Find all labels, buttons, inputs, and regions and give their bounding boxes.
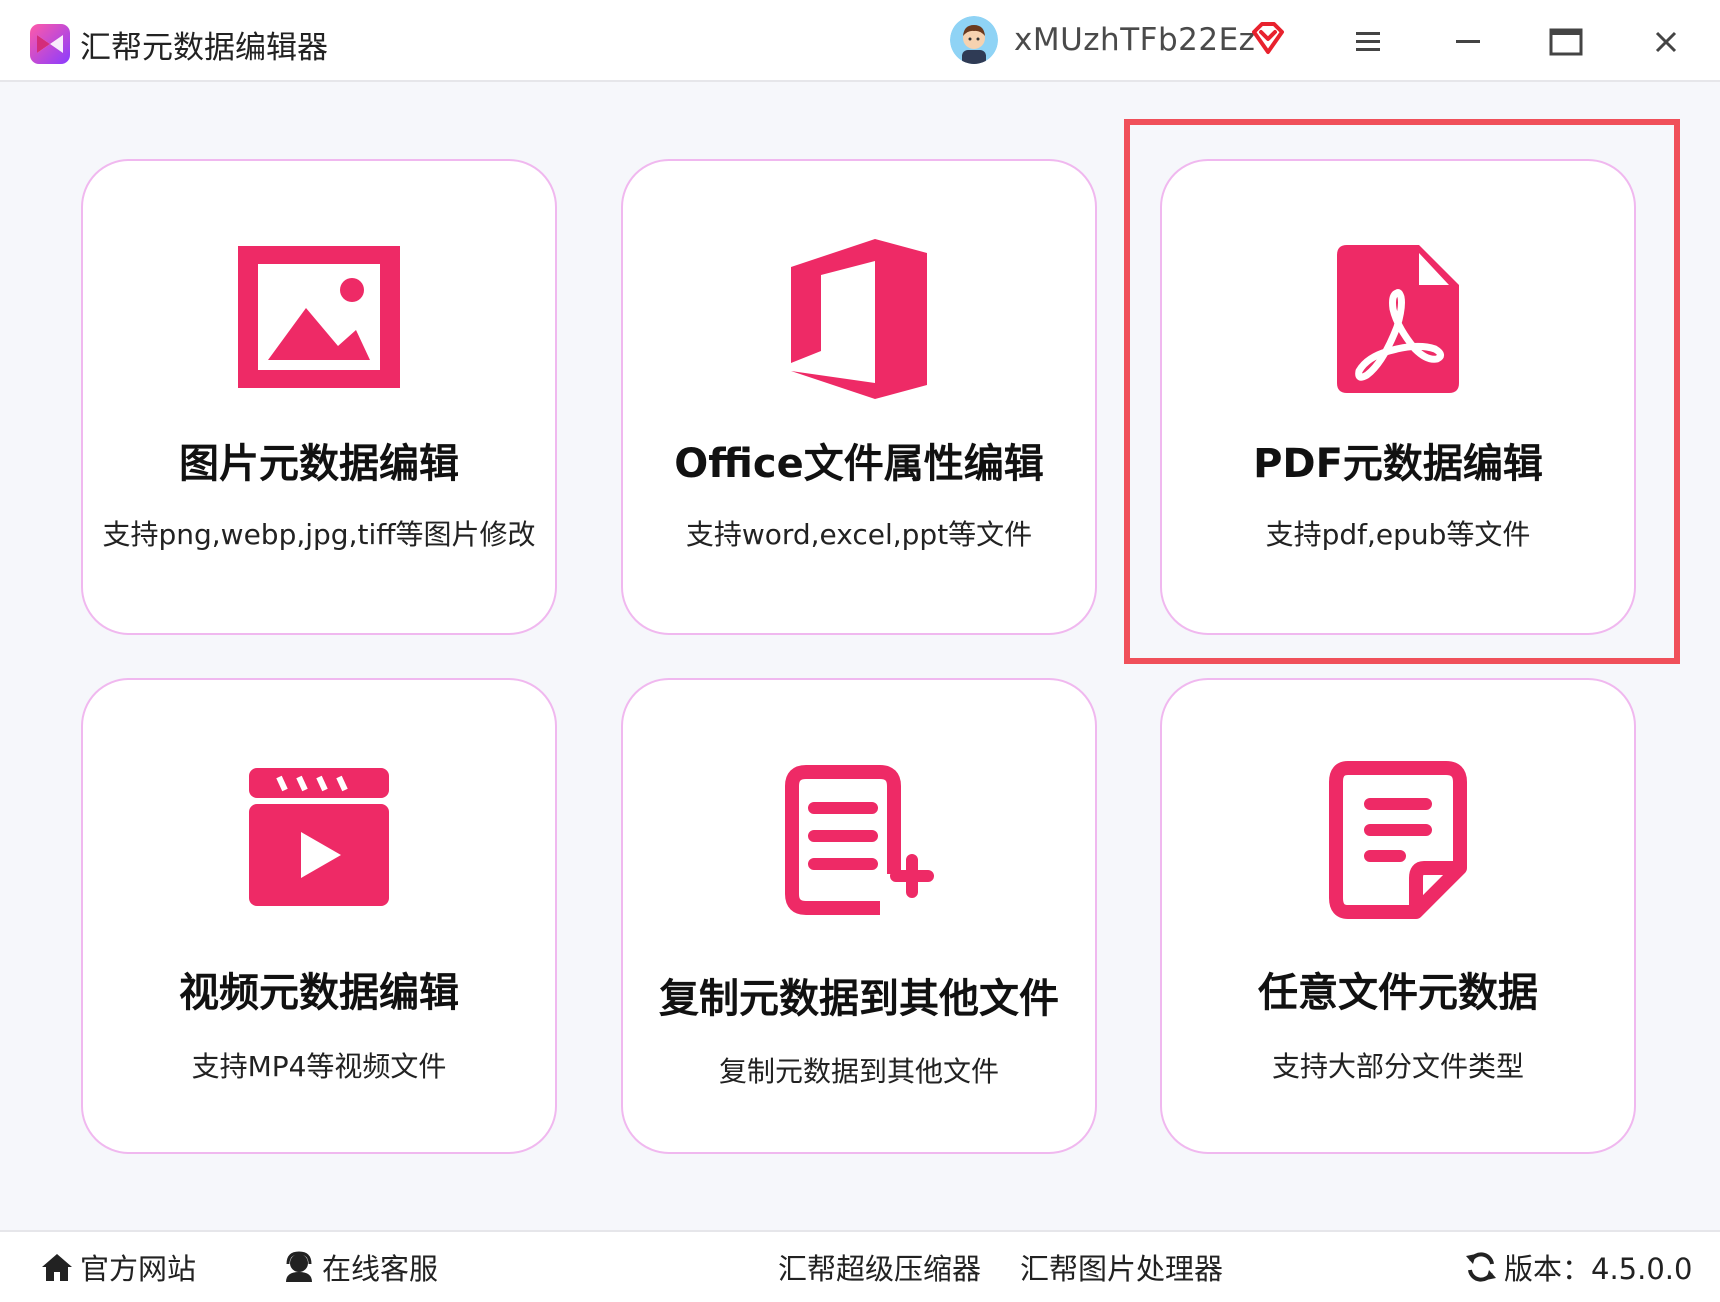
- close-icon[interactable]: [1646, 22, 1686, 62]
- card-description: 支持MP4等视频文件: [191, 1050, 447, 1083]
- copy-metadata-icon: [785, 765, 934, 915]
- card-description: 复制元数据到其他文件: [718, 1055, 999, 1088]
- online-service-link[interactable]: 在线客服: [282, 1246, 438, 1288]
- app-title: 汇帮元数据编辑器: [80, 30, 328, 66]
- card-description: 支持word,excel,ppt等文件: [685, 518, 1033, 551]
- official-site-link[interactable]: 官方网站: [40, 1246, 196, 1288]
- card-any-file-metadata[interactable]: 任意文件元数据 支持大部分文件类型: [1160, 678, 1636, 1154]
- version-label: 版本：4.5.0.0: [1504, 1252, 1693, 1286]
- image-icon: [238, 246, 400, 388]
- card-title: 图片元数据编辑: [179, 441, 459, 487]
- card-copy-metadata[interactable]: 复制元数据到其他文件 复制元数据到其他文件: [621, 678, 1097, 1154]
- card-office-properties[interactable]: Office文件属性编辑 支持word,excel,ppt等文件: [621, 159, 1097, 635]
- card-title: Office文件属性编辑: [674, 441, 1044, 487]
- document-icon: [1329, 761, 1467, 919]
- video-icon: [249, 768, 389, 906]
- image-tool-link[interactable]: 汇帮图片处理器: [1020, 1246, 1223, 1288]
- home-icon: [42, 1254, 72, 1281]
- compressor-link[interactable]: 汇帮超级压缩器: [778, 1246, 981, 1288]
- minimize-icon[interactable]: [1448, 22, 1488, 62]
- card-description: 支持大部分文件类型: [1271, 1050, 1524, 1083]
- refresh-icon[interactable]: [1464, 1250, 1498, 1284]
- version-info: 版本：4.5.0.0: [1464, 1246, 1692, 1288]
- online-service-label: 在线客服: [322, 1252, 439, 1286]
- maximize-icon[interactable]: [1546, 22, 1586, 62]
- vip-diamond-icon[interactable]: [1250, 20, 1286, 56]
- app-logo-icon: [30, 24, 70, 64]
- card-title: 复制元数据到其他文件: [659, 976, 1059, 1022]
- username[interactable]: xMUzhTFb22Ez: [1014, 22, 1255, 58]
- menu-icon[interactable]: [1348, 22, 1388, 62]
- title-bar: 汇帮元数据编辑器 xMUzhTFb22Ez: [0, 0, 1720, 82]
- user-avatar[interactable]: [950, 16, 998, 64]
- card-description: 支持png,webp,jpg,tiff等图片修改: [102, 518, 536, 551]
- card-title: 视频元数据编辑: [179, 970, 459, 1016]
- footer-bar: 官方网站 在线客服 汇帮超级压缩器 汇帮图片处理器 版本：4.5.0.0: [0, 1230, 1720, 1302]
- official-site-label: 官方网站: [80, 1252, 197, 1286]
- customer-service-icon: [286, 1251, 312, 1282]
- selection-highlight: [1124, 119, 1680, 664]
- card-title: 任意文件元数据: [1258, 970, 1538, 1016]
- office-icon: [791, 239, 927, 399]
- card-image-metadata[interactable]: 图片元数据编辑 支持png,webp,jpg,tiff等图片修改: [81, 159, 557, 635]
- card-video-metadata[interactable]: 视频元数据编辑 支持MP4等视频文件: [81, 678, 557, 1154]
